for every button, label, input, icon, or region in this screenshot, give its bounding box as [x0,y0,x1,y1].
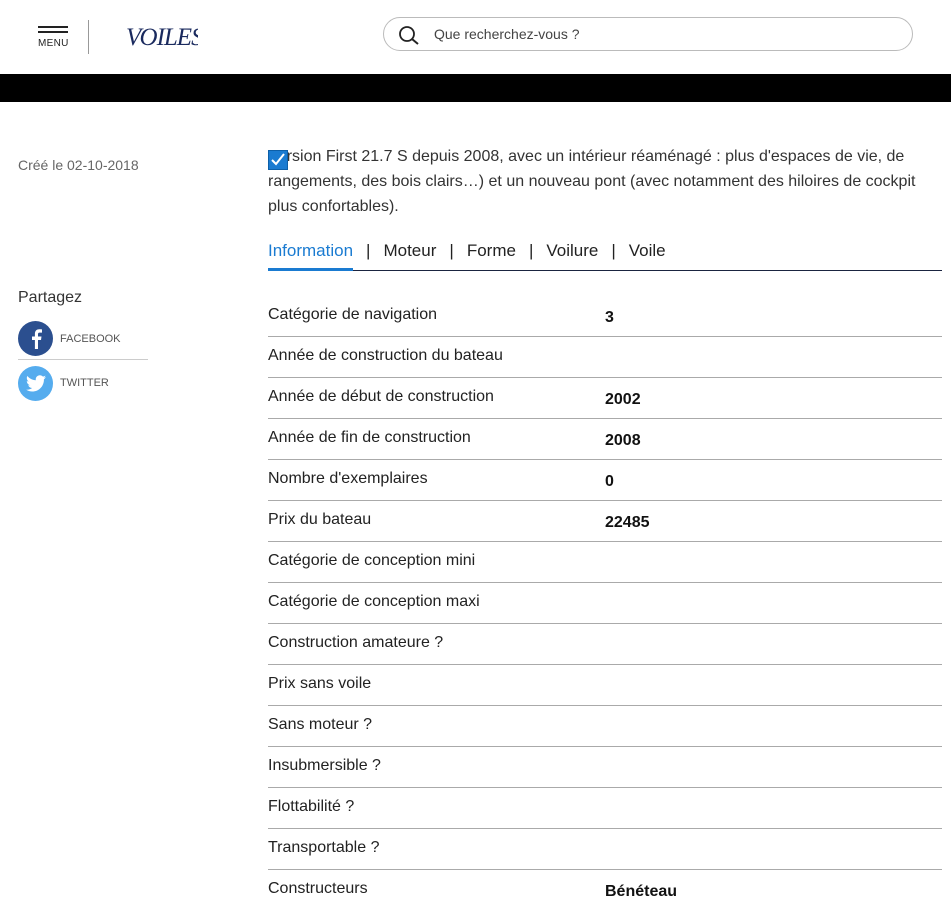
table-row: Insubmersible ? [268,747,942,788]
hamburger-icon [38,26,68,36]
spec-key: Insubmersible ? [268,757,381,774]
spec-key: Catégorie de conception maxi [268,593,480,610]
checkbox[interactable] [268,150,288,170]
table-row: Année de fin de construction 2008 [268,419,942,460]
spec-key: Transportable ? [268,839,380,856]
table-row: Nombre d'exemplaires 0 [268,460,942,501]
header-divider [88,20,89,54]
spec-key: Année de fin de construction [268,429,471,446]
menu-button[interactable]: MENU [38,26,70,50]
tab-bar: Information | Moteur | Forme | Voilure |… [268,237,942,271]
table-row: Année de construction du bateau [268,337,942,378]
search-bar[interactable] [383,17,913,51]
spec-key: Sans moteur ? [268,716,373,733]
spec-value: 0 [605,473,614,490]
tab-separator: | [528,241,534,260]
spec-value: Bénéteau [605,883,678,900]
tab-moteur[interactable]: Moteur [383,237,436,271]
table-row: Transportable ? [268,829,942,870]
spec-key: Constructeurs [268,880,368,897]
table-row: Flottabilité ? [268,788,942,829]
spec-key: Construction amateure ? [268,634,444,651]
table-row: Catégorie de navigation 3 [268,296,942,337]
voiles-logo[interactable]: VOILES [126,21,198,51]
menu-label: MENU [38,38,69,49]
spec-key: Prix du bateau [268,511,372,528]
tab-separator: | [449,241,454,260]
spec-key: Catégorie de navigation [268,306,438,323]
table-row: Catégorie de conception maxi [268,583,942,624]
tab-separator: | [366,241,371,260]
created-date: Créé le 02-10-2018 [18,157,139,173]
tab-separator: | [611,241,616,260]
spec-value: 3 [605,309,614,326]
twitter-icon [18,365,53,401]
checkmark-icon [271,153,285,166]
description-text: Version First 21.7 S depuis 2008, avec u… [268,148,916,215]
spec-key: Année de début de construction [268,388,494,405]
table-row: Prix du bateau 22485 [268,501,942,542]
spec-key: Prix sans voile [268,675,372,692]
table-row: Année de début de construction 2002 [268,378,942,419]
site-header: MENU VOILES [0,0,951,74]
spec-key: Année de construction du bateau [268,347,503,364]
share-facebook-label: FACEBOOK [60,332,121,345]
table-row: Sans moteur ? [268,706,942,747]
share-twitter-label: TWITTER [60,377,109,389]
share-facebook[interactable]: FACEBOOK [18,318,148,360]
black-banner [0,74,951,102]
spec-key: Flottabilité ? [268,798,355,815]
facebook-icon [18,321,53,356]
spec-value: 22485 [605,514,650,531]
spec-value: 2002 [605,391,641,408]
table-row: Constructeurs Bénéteau [268,870,942,909]
svg-text:VOILES: VOILES [126,24,198,51]
share-twitter[interactable]: TWITTER [18,364,148,402]
specs-table: Catégorie de navigation 3 Année de constr… [268,296,942,909]
share-title: Partagez [18,289,83,306]
table-row: Prix sans voile [268,665,942,706]
tab-voile[interactable]: Voile [629,237,666,271]
search-input[interactable] [434,18,894,50]
search-icon[interactable] [398,25,420,45]
tab-voilure[interactable]: Voilure [546,237,598,271]
tab-forme[interactable]: Forme [467,237,516,271]
tab-information[interactable]: Information [268,237,354,271]
spec-key: Catégorie de conception mini [268,552,476,569]
spec-value: 2008 [605,432,641,449]
spec-key: Nombre d'exemplaires [268,470,428,487]
table-row: Catégorie de conception mini [268,542,942,583]
table-row: Construction amateure ? [268,624,942,665]
